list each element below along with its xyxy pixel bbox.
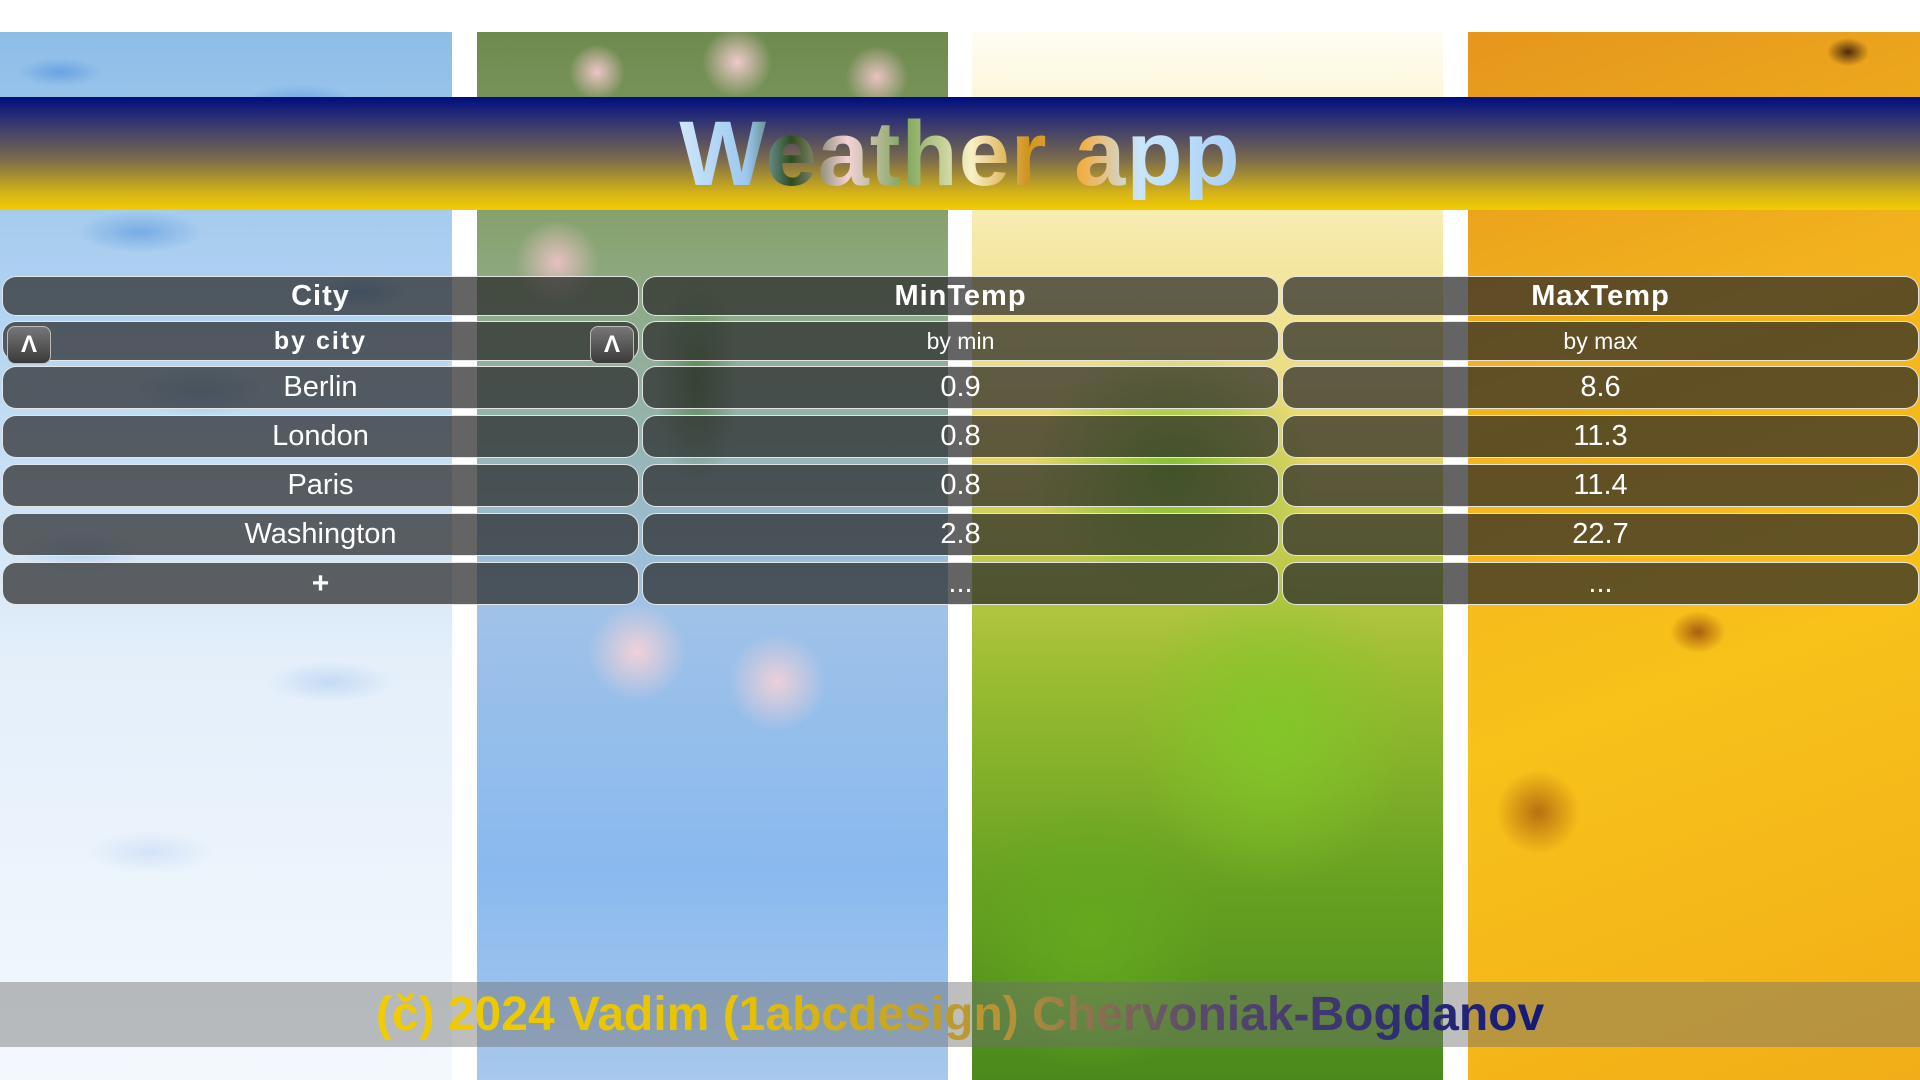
max-temp-cell[interactable]: 11.4	[1282, 464, 1919, 507]
city-cell[interactable]: London	[2, 415, 639, 458]
sort-by-max[interactable]: by max	[1282, 321, 1919, 361]
copyright-text: (č) 2024 Vadim (1abcdesign) Chervoniak-B…	[375, 988, 1545, 1041]
sort-by-city-label: by city	[273, 326, 368, 355]
add-city-button[interactable]: +	[2, 562, 639, 605]
city-cell[interactable]: Washington	[2, 513, 639, 556]
max-temp-cell[interactable]: 8.6	[1282, 366, 1919, 409]
city-cell[interactable]: Berlin	[2, 366, 639, 409]
weather-table: City MinTemp MaxTemp Λ by city Λ by min …	[2, 276, 1919, 611]
max-temp-cell[interactable]: 22.7	[1282, 513, 1919, 556]
app-header: Weather app	[0, 97, 1920, 210]
new-min-temp-placeholder[interactable]: ...	[642, 562, 1279, 605]
sort-by-city[interactable]: Λ by city Λ	[2, 321, 639, 364]
sort-desc-button[interactable]: Λ	[590, 326, 634, 364]
new-max-temp-placeholder[interactable]: ...	[1282, 562, 1919, 605]
max-temp-cell[interactable]: 11.3	[1282, 415, 1919, 458]
min-temp-cell[interactable]: 2.8	[642, 513, 1279, 556]
column-header-city[interactable]: City	[2, 276, 639, 316]
sort-by-min[interactable]: by min	[642, 321, 1279, 361]
city-cell[interactable]: Paris	[2, 464, 639, 507]
sort-asc-button[interactable]: Λ	[7, 326, 51, 364]
min-temp-cell[interactable]: 0.9	[642, 366, 1279, 409]
column-header-mintemp[interactable]: MinTemp	[642, 276, 1279, 316]
app-title: Weather app	[679, 102, 1241, 205]
footer: (č) 2024 Vadim (1abcdesign) Chervoniak-B…	[0, 982, 1920, 1047]
min-temp-cell[interactable]: 0.8	[642, 415, 1279, 458]
min-temp-cell[interactable]: 0.8	[642, 464, 1279, 507]
column-header-maxtemp[interactable]: MaxTemp	[1282, 276, 1919, 316]
